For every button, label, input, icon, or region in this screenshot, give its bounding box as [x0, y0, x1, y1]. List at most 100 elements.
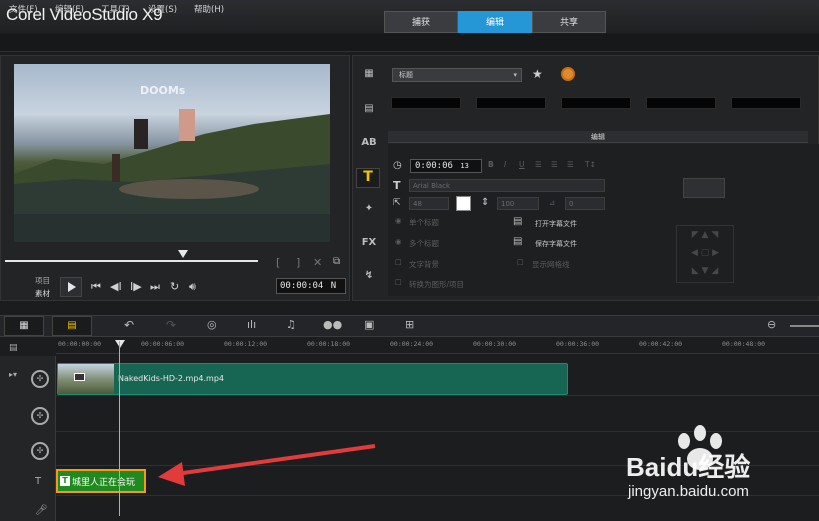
menu-settings[interactable]: 设置(S) [148, 3, 177, 15]
graphic-icon[interactable]: ✦ [360, 203, 378, 219]
track-manager-icon[interactable]: ▤ [9, 343, 18, 353]
title-clip-icon: T [60, 476, 70, 486]
title-preset[interactable] [391, 97, 461, 109]
playhead-handle[interactable] [115, 340, 125, 348]
convert-label: 转换为图形/项目 [409, 280, 465, 289]
font-size-field[interactable]: 48 [409, 197, 449, 210]
bold-icon[interactable]: B [488, 160, 494, 169]
baidu-jingyan-watermark: Baidu经验 jingyan.baidu.com [618, 425, 808, 515]
align-center-icon[interactable]: ☰ [551, 160, 558, 169]
tab-share[interactable]: 共享 [532, 11, 606, 33]
ruler-tick-label: 00:00:06:00 [141, 340, 185, 348]
sound-mixer-icon[interactable]: ılı [247, 318, 256, 331]
multi-camera-icon[interactable]: ⊞ [405, 318, 414, 331]
zoom-slider[interactable] [790, 325, 819, 327]
text-background-label: 文字背景 [409, 260, 439, 269]
scrub-handle[interactable] [178, 250, 188, 258]
video-clip-label: NakedKids-HD-2.mp4.mp4 [118, 374, 224, 383]
menu-bar [0, 34, 819, 52]
title-preset[interactable] [476, 97, 546, 109]
title-preset[interactable] [561, 97, 631, 109]
vertical-text-icon[interactable]: T↕ [585, 160, 596, 169]
italic-icon[interactable]: I [504, 160, 506, 169]
text-background-checkbox[interactable]: ☐ [395, 258, 402, 267]
ruler-tick-label: 00:00:18:00 [307, 340, 351, 348]
timeline-view-icon[interactable]: ▤ [52, 316, 92, 336]
menu-help[interactable]: 帮助(H) [194, 3, 224, 15]
single-title-radio[interactable]: ◉ [395, 216, 402, 225]
title-preset[interactable] [646, 97, 716, 109]
underline-icon[interactable]: U [519, 160, 525, 169]
content-store-icon[interactable] [561, 67, 575, 81]
alignment-grid[interactable]: ◤ ▲ ◥ ◀ ▢ ▶ ◣ ▼ ◢ [676, 225, 734, 283]
tab-edit-options[interactable]: 编辑 [388, 131, 808, 143]
overlay-track-icon[interactable]: ✣ [31, 442, 49, 460]
ripple-edit-icon[interactable]: ▸▾ [9, 370, 17, 379]
style-preset-dropdown[interactable] [683, 178, 725, 198]
menu-tools[interactable]: 工具(T) [101, 3, 130, 15]
tab-capture[interactable]: 捕获 [384, 11, 458, 33]
timecode-suffix: N [330, 281, 337, 291]
convert-checkbox[interactable]: ☐ [395, 278, 402, 287]
overlay-track-icon[interactable]: ✣ [31, 407, 49, 425]
title-track-icon[interactable]: T [35, 476, 41, 487]
open-subtitle-icon[interactable]: ▤ [513, 216, 522, 227]
title-preset[interactable] [731, 97, 801, 109]
zoom-icon[interactable]: ⊖ [767, 318, 776, 331]
add-to-favorites-icon[interactable]: ★ [532, 67, 543, 81]
instant-project-icon[interactable]: ▤ [360, 103, 378, 119]
storyboard-view-icon[interactable]: ▦ [4, 316, 44, 336]
tab-edit[interactable]: 编辑 [458, 11, 532, 33]
voice-track-icon[interactable]: 🎤︎ [35, 505, 48, 516]
font-color-swatch[interactable] [456, 196, 471, 211]
mode-project[interactable]: 项目 [35, 275, 50, 286]
ruler-tick-label: 00:00:24:00 [390, 340, 434, 348]
title-select[interactable]: 标题 ▾ [392, 68, 522, 82]
video-track-icon[interactable]: ✣ [31, 370, 49, 388]
line-spacing-field[interactable]: 100 [497, 197, 539, 210]
mark-in-icon[interactable]: [ [276, 256, 280, 269]
font-size-value: 48 [413, 200, 422, 208]
title-library-icon[interactable]: T [356, 168, 380, 188]
menu-edit[interactable]: 编辑(E) [55, 3, 84, 15]
auto-music-icon[interactable]: ♫ [286, 318, 296, 331]
open-subtitle-label[interactable]: 打开字幕文件 [535, 219, 577, 229]
filter-icon[interactable]: FX [360, 237, 378, 253]
font-size-icon: ⇱ [393, 198, 401, 208]
align-right-icon[interactable]: ☰ [567, 160, 574, 169]
ruler-tick-label: 00:00:12:00 [224, 340, 268, 348]
mark-out-icon[interactable]: ] [296, 256, 300, 269]
save-subtitle-label[interactable]: 保存字幕文件 [535, 239, 577, 249]
home-icon[interactable]: ⏮ [91, 280, 101, 294]
play-button[interactable] [60, 277, 82, 297]
path-icon[interactable]: ↯ [360, 270, 378, 286]
rotation-field[interactable]: 0 [565, 197, 605, 210]
volume-icon[interactable]: 🔊︎ [189, 280, 196, 294]
motion-tracking-icon[interactable]: ●● [323, 318, 342, 331]
menu-file[interactable]: 文件(F) [9, 3, 38, 15]
previous-frame-icon[interactable]: ◀I [110, 280, 122, 293]
ruler-tick-label: 00:00:48:00 [722, 340, 766, 348]
duration-field[interactable]: 0:00:06 13 [410, 159, 482, 173]
end-icon[interactable]: ⏭ [150, 280, 160, 294]
scrub-bar[interactable] [5, 260, 258, 262]
split-clip-icon[interactable]: ✕ [313, 256, 322, 269]
playhead-line[interactable] [119, 341, 120, 516]
font-select[interactable]: Arial Black [409, 179, 605, 192]
subtitle-editor-icon[interactable]: ▣ [364, 318, 374, 331]
align-left-icon[interactable]: ☰ [535, 160, 542, 169]
show-grid-checkbox[interactable]: ☐ [517, 258, 524, 267]
mode-clip[interactable]: 素材 [35, 288, 50, 299]
media-library-icon[interactable]: ▦ [360, 68, 378, 84]
save-subtitle-icon[interactable]: ▤ [513, 236, 522, 247]
rotation-value: 0 [569, 200, 574, 208]
transition-icon[interactable]: AB [360, 137, 378, 153]
repeat-icon[interactable]: ↻ [170, 280, 179, 293]
enlarge-preview-icon[interactable]: ⧉ [333, 256, 340, 267]
record-capture-icon[interactable]: ◎ [207, 318, 217, 331]
multi-title-radio[interactable]: ◉ [395, 237, 402, 246]
next-frame-icon[interactable]: I▶ [130, 280, 142, 293]
redo-icon[interactable]: ↷ [166, 318, 176, 332]
undo-icon[interactable]: ↶ [124, 318, 134, 332]
timecode-display[interactable]: 00:00:04 N [276, 278, 346, 294]
